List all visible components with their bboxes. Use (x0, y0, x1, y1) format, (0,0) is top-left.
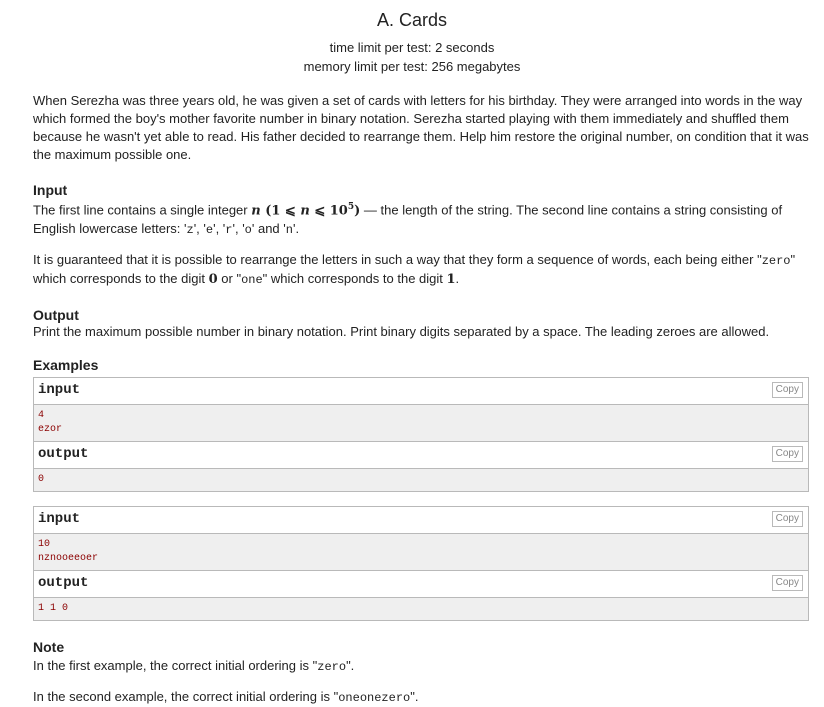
example-input-header: input Copy (34, 378, 808, 406)
time-limit: time limit per test: 2 seconds (329, 40, 495, 55)
legend-text: When Serezha was three years old, he was… (33, 93, 809, 162)
copy-button[interactable]: Copy (771, 575, 803, 592)
input-line: 10 (38, 539, 51, 551)
problem-header: A. Cards time limit per test: 2 seconds … (0, 10, 824, 76)
example-block: input Copy 10 nznooeeoer output Copy 1 1… (33, 506, 809, 622)
output-label: output (38, 446, 89, 463)
example-output-data[interactable]: 1 1 0 (34, 598, 808, 621)
example-output-header: output Copy (34, 442, 808, 470)
input-paragraph-2: It is guaranteed that it is possible to … (33, 252, 796, 288)
problem-statement: A. Cards time limit per test: 2 seconds … (0, 0, 824, 707)
note-paragraph-2: In the second example, the correct initi… (33, 689, 419, 706)
input-line: 4 (38, 410, 45, 422)
input-line: nznooeeoer (38, 553, 99, 565)
example-input-data[interactable]: 10 nznooeeoer (34, 534, 808, 572)
copy-button[interactable]: Copy (771, 382, 803, 399)
copy-button[interactable]: Copy (771, 511, 803, 528)
output-title: Output (33, 307, 79, 324)
memory-limit: memory limit per test: 256 megabytes (303, 59, 521, 74)
example-output-data[interactable]: 0 (34, 469, 808, 492)
problem-title: A. Cards (376, 10, 448, 30)
example-input-data[interactable]: 4 ezor (34, 405, 808, 443)
example-block: input Copy 4 ezor output Copy 0 (33, 377, 809, 493)
note-paragraph-1: In the first example, the correct initia… (33, 658, 355, 675)
input-label: input (38, 511, 81, 528)
note-title: Note (33, 639, 65, 656)
copy-button[interactable]: Copy (771, 446, 803, 463)
input-paragraph-1: The first line contains a single integer… (33, 202, 783, 238)
output-label: output (38, 575, 89, 592)
input-title: Input (33, 182, 68, 198)
example-input-header: input Copy (34, 507, 808, 535)
output-line: 0 (38, 474, 45, 486)
input-line: ezor (38, 424, 63, 436)
input-label: input (38, 382, 81, 399)
output-line: 1 1 0 (38, 603, 69, 615)
example-output-header: output Copy (34, 571, 808, 599)
output-paragraph: Print the maximum possible number in bin… (33, 324, 770, 340)
problem-content: When Serezha was three years old, he was… (33, 92, 809, 707)
examples-title: Examples (33, 357, 99, 374)
